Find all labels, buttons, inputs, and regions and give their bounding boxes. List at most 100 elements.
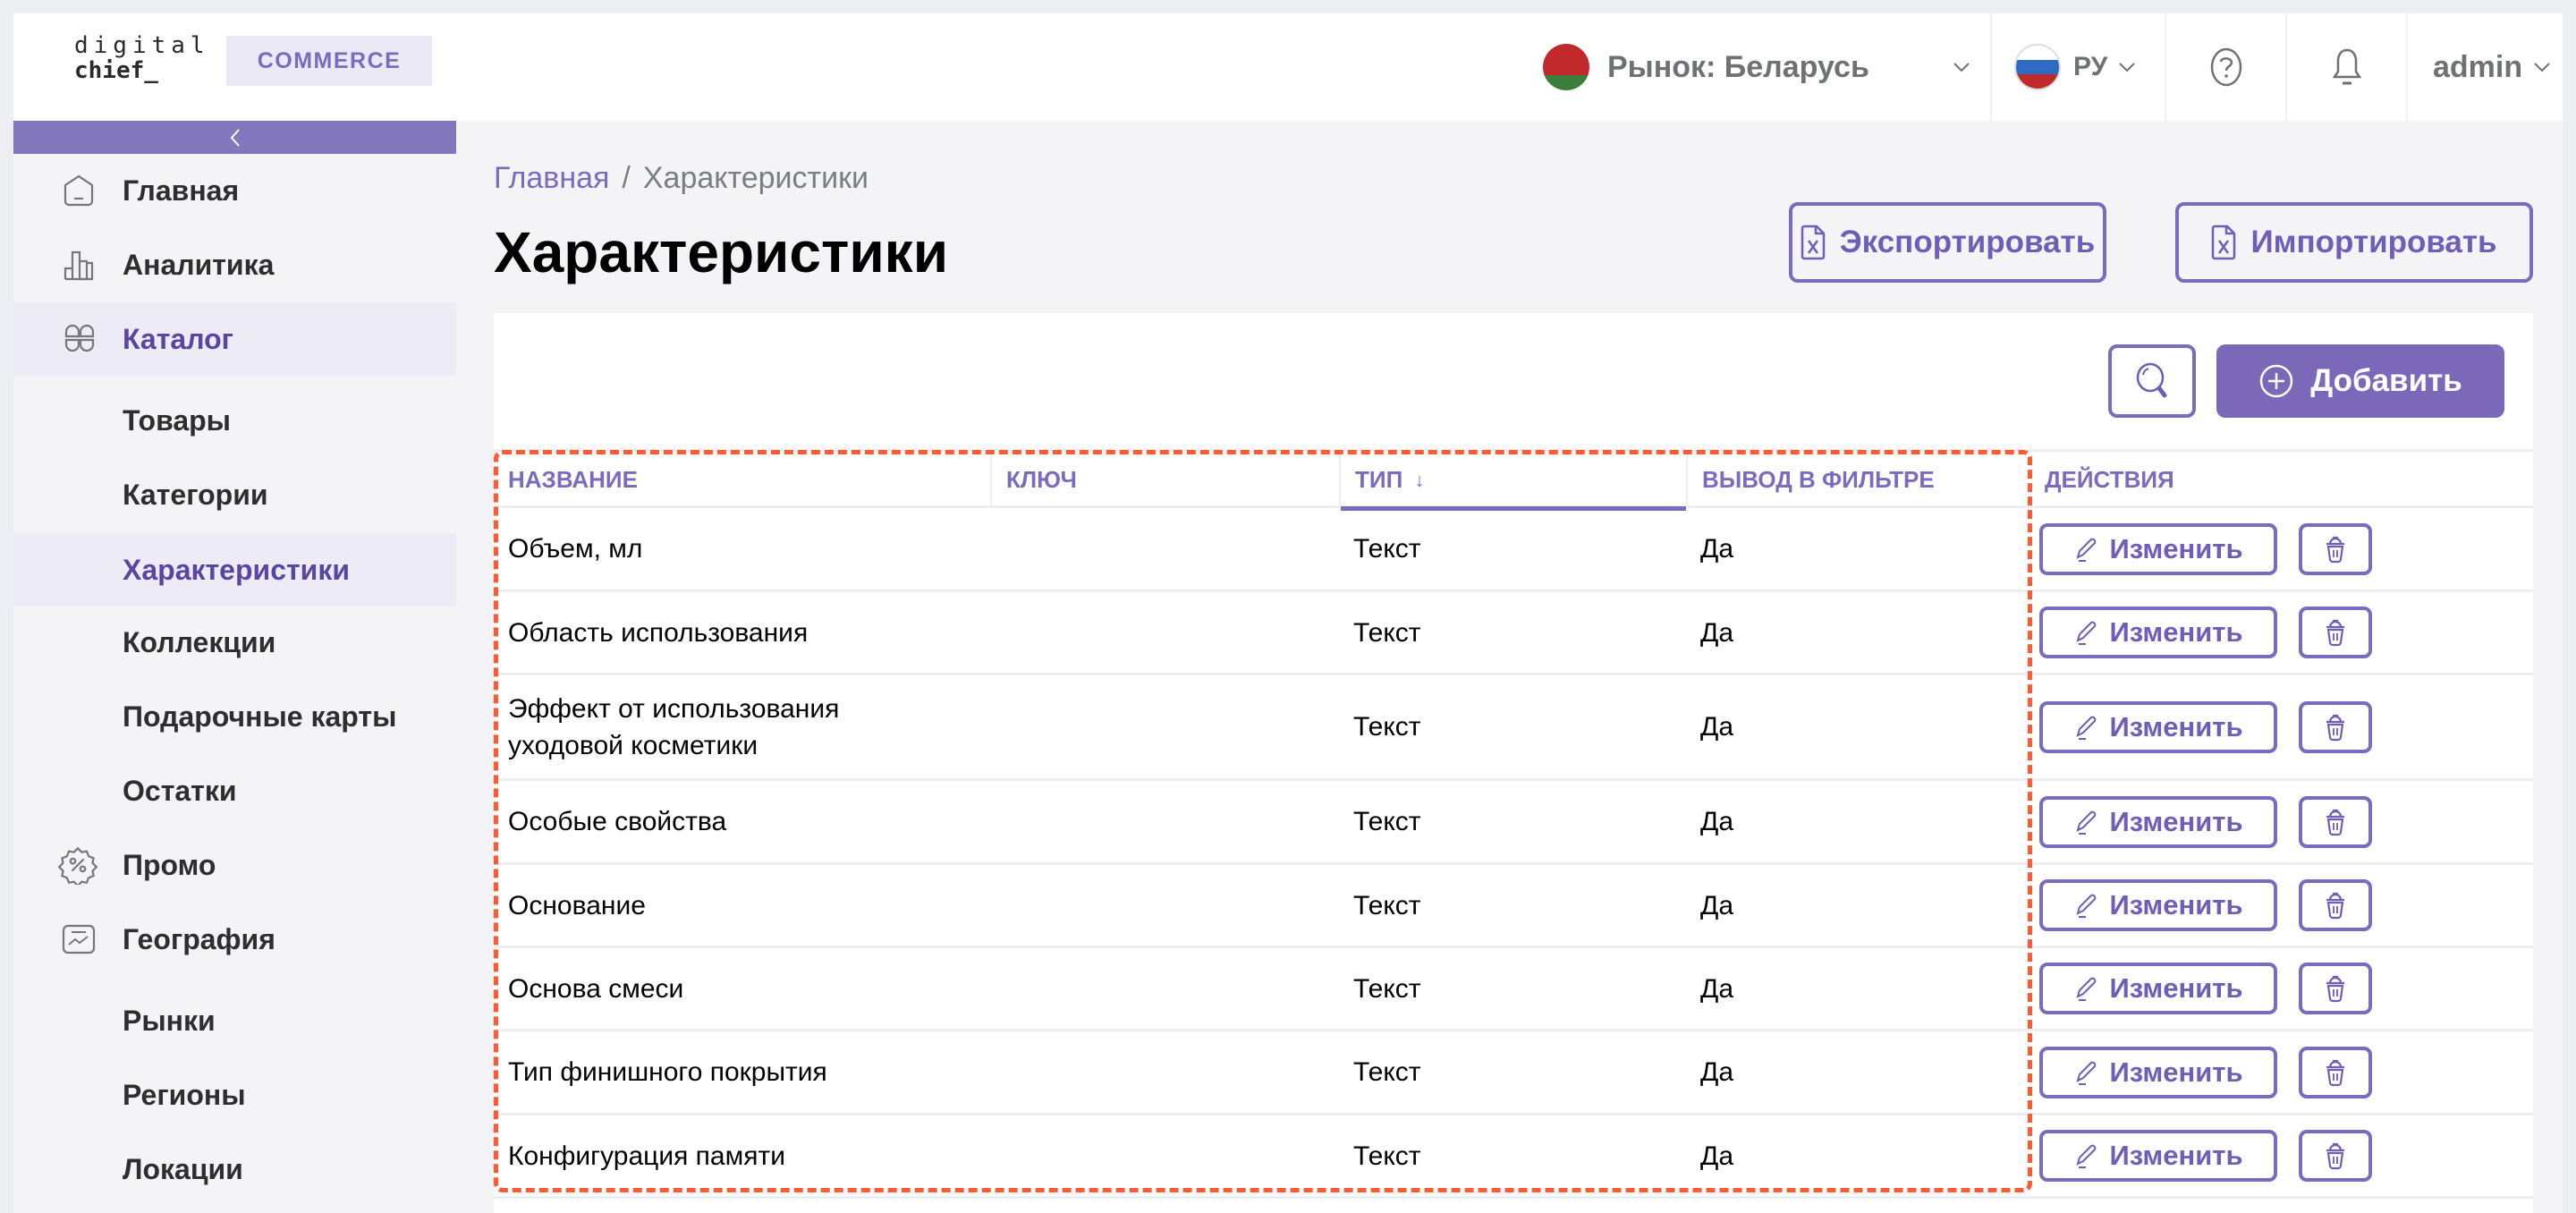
cell-name: Конфигурация памяти — [508, 1141, 785, 1171]
edit-label: Изменить — [2109, 1140, 2243, 1171]
table-row[interactable]: Конфигурация памяти Текст Да Изменить — [494, 1115, 2533, 1199]
language-selector[interactable]: РУ — [1990, 13, 2165, 121]
column-header-filter[interactable]: ВЫВОД В ФИЛЬТРЕ — [1686, 452, 2030, 508]
sidebar-item-home[interactable]: Главная — [13, 154, 456, 227]
table-row[interactable]: Основа смеси Текст Да Изменить — [494, 948, 2533, 1031]
delete-button[interactable] — [2299, 701, 2372, 753]
delete-button[interactable] — [2299, 963, 2372, 1014]
edit-label: Изменить — [2109, 533, 2243, 564]
sidebar-item-label: Регионы — [123, 1078, 246, 1111]
sort-arrow-icon: ↓ — [1414, 468, 1425, 491]
cell-filter: Да — [1700, 534, 1734, 564]
edit-button[interactable]: Изменить — [2039, 879, 2277, 931]
cell-filter: Да — [1700, 1057, 1734, 1087]
cell-key — [990, 592, 1339, 673]
table-row[interactable]: Объем, мл Текст Да Изменить — [494, 508, 2533, 592]
sidebar-collapse-button[interactable] — [13, 121, 456, 154]
cell-filter: Да — [1700, 1141, 1734, 1171]
cell-filter: Да — [1700, 712, 1734, 742]
delete-button[interactable] — [2299, 606, 2372, 658]
sidebar-item-label: Рынки — [123, 1004, 216, 1037]
belarus-flag-icon — [1543, 44, 1589, 90]
edit-button[interactable]: Изменить — [2039, 1047, 2277, 1098]
help-button[interactable] — [2165, 13, 2285, 121]
breadcrumb-home-link[interactable]: Главная — [494, 161, 609, 195]
column-header-key[interactable]: КЛЮЧ — [990, 452, 1339, 508]
edit-button[interactable]: Изменить — [2039, 606, 2277, 658]
edit-label: Изменить — [2109, 711, 2243, 742]
sidebar-item-collections[interactable]: Коллекции — [13, 606, 456, 679]
top-header: digital chief_ COMMERCE Рынок: Беларусь … — [13, 13, 2563, 121]
excel-file-icon — [2212, 225, 2236, 260]
sidebar-item-locations[interactable]: Локации — [13, 1132, 456, 1206]
pencil-icon — [2076, 1061, 2097, 1085]
sidebar-item-gift-cards[interactable]: Подарочные карты — [13, 680, 456, 753]
import-button[interactable]: Импортировать — [2175, 202, 2533, 283]
cell-name: Особые свойства — [508, 807, 727, 836]
cell-key — [990, 675, 1339, 778]
pencil-icon — [2076, 716, 2097, 740]
bell-icon — [2332, 48, 2361, 85]
sidebar-item-products[interactable]: Товары — [13, 384, 456, 457]
page-title: Характеристики — [494, 220, 949, 284]
sidebar-item-stock[interactable]: Остатки — [13, 754, 456, 827]
chevron-down-icon — [2119, 63, 2135, 72]
table-row[interactable]: Эффект от использования уходовой космети… — [494, 675, 2533, 781]
edit-button[interactable]: Изменить — [2039, 701, 2277, 753]
table-row[interactable]: Область использования Текст Да Изменить — [494, 592, 2533, 675]
sidebar-item-promo[interactable]: Промо — [13, 828, 456, 902]
pencil-icon — [2076, 1144, 2097, 1168]
cell-key — [990, 1031, 1339, 1113]
table-row[interactable]: Тип финишного покрытия Текст Да Изменить — [494, 1031, 2533, 1115]
search-button[interactable] — [2108, 344, 2196, 418]
edit-label: Изменить — [2109, 889, 2243, 920]
delete-button[interactable] — [2299, 879, 2372, 931]
column-header-name[interactable]: НАЗВАНИЕ — [494, 452, 990, 508]
edit-button[interactable]: Изменить — [2039, 796, 2277, 848]
plus-circle-icon — [2259, 364, 2293, 398]
sidebar-item-label: Остатки — [123, 774, 237, 807]
column-header-type[interactable]: ТИП ↓ — [1339, 452, 1686, 511]
sidebar-item-label: Товары — [123, 403, 231, 437]
delete-button[interactable] — [2299, 523, 2372, 575]
trash-icon — [2326, 809, 2344, 836]
table-row[interactable]: Особые свойства Текст Да Изменить — [494, 781, 2533, 865]
cell-type: Текст — [1353, 1141, 1421, 1171]
cell-key — [990, 781, 1339, 862]
sidebar-item-categories[interactable]: Категории — [13, 458, 456, 531]
edit-button[interactable]: Изменить — [2039, 963, 2277, 1014]
sidebar-item-label: Локации — [123, 1152, 243, 1185]
cell-name: Объем, мл — [508, 534, 643, 564]
logo[interactable]: digital chief_ — [74, 33, 210, 83]
sidebar-item-regions[interactable]: Регионы — [13, 1058, 456, 1132]
column-header-label: НАЗВАНИЕ — [508, 466, 638, 493]
user-label: admin — [2433, 49, 2523, 84]
sidebar-item-markets[interactable]: Рынки — [13, 984, 456, 1057]
trash-icon — [2326, 619, 2344, 647]
cell-key — [990, 508, 1339, 590]
delete-button[interactable] — [2299, 796, 2372, 848]
notifications-button[interactable] — [2285, 13, 2406, 121]
chevron-down-icon — [1953, 63, 1970, 72]
delete-button[interactable] — [2299, 1130, 2372, 1182]
breadcrumb-current: Характеристики — [642, 161, 869, 195]
cell-name: Эффект от использования уходовой космети… — [508, 693, 840, 760]
edit-button[interactable]: Изменить — [2039, 523, 2277, 575]
edit-label: Изменить — [2109, 1056, 2243, 1088]
sidebar-item-analytics[interactable]: Аналитика — [13, 228, 456, 301]
add-button[interactable]: Добавить — [2216, 344, 2504, 418]
market-selector[interactable]: Рынок: Беларусь — [1530, 13, 1990, 121]
export-button[interactable]: Экспортировать — [1789, 202, 2106, 283]
column-header-actions: ДЕЙСТВИЯ — [2030, 452, 2533, 508]
cell-name: Область использования — [508, 617, 809, 648]
user-menu[interactable]: admin — [2406, 13, 2563, 121]
edit-button[interactable]: Изменить — [2039, 1130, 2277, 1182]
sidebar-item-catalog[interactable]: Каталог — [13, 302, 456, 376]
cell-type: Текст — [1353, 1057, 1421, 1087]
edit-label: Изменить — [2109, 616, 2243, 648]
table-row[interactable]: Основание Текст Да Изменить — [494, 865, 2533, 948]
sidebar-item-geography[interactable]: География — [13, 903, 456, 976]
delete-button[interactable] — [2299, 1047, 2372, 1098]
sidebar-item-characteristics[interactable]: Характеристики — [13, 533, 456, 606]
breadcrumb-separator: / — [622, 161, 631, 195]
